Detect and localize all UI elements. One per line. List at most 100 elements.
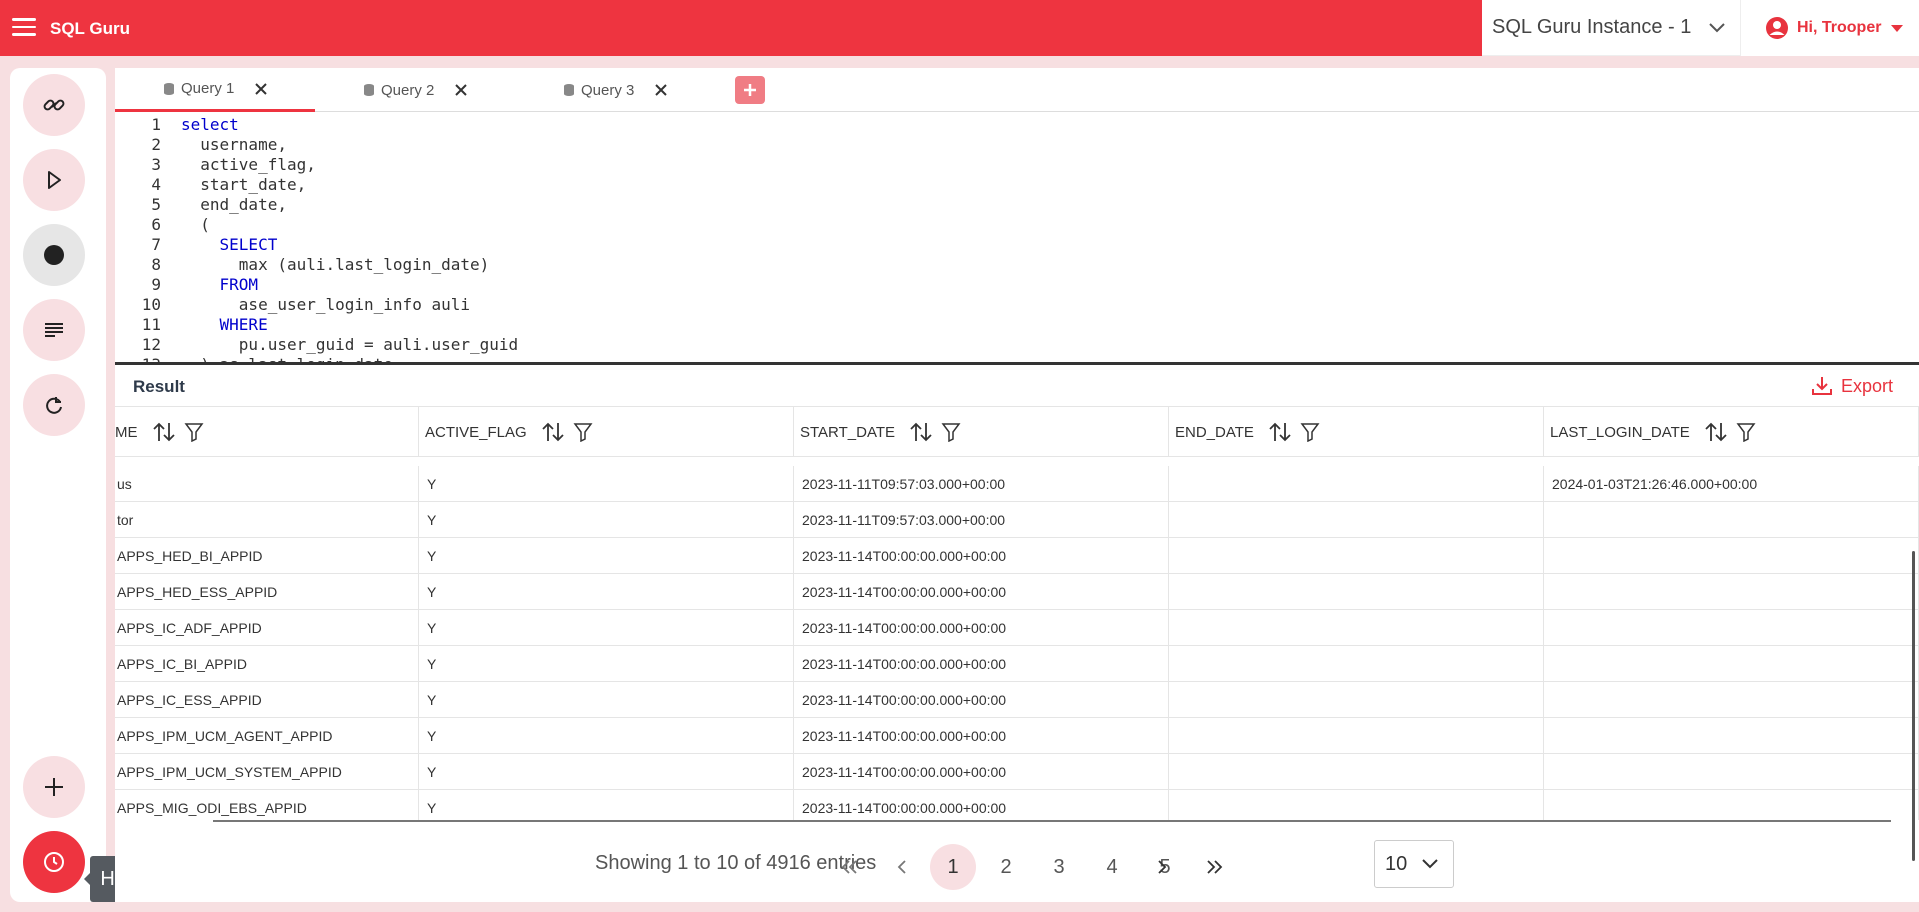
column-header: END_DATE: [1169, 407, 1544, 457]
column-label: ME: [115, 423, 138, 441]
plus-icon: [45, 778, 63, 796]
record-icon: [44, 245, 64, 265]
close-icon[interactable]: [254, 82, 268, 96]
format-button[interactable]: [23, 299, 85, 361]
line-number: 8: [151, 255, 161, 274]
filter-icon[interactable]: [1736, 422, 1756, 442]
user-menu[interactable]: Hi, Trooper: [1740, 0, 1919, 56]
first-page-button[interactable]: [827, 844, 873, 890]
table-cell: [1169, 502, 1544, 538]
sql-text: username,: [181, 135, 287, 154]
play-icon: [48, 171, 61, 189]
table-cell: [1169, 682, 1544, 718]
table-cell: [1169, 646, 1544, 682]
table-cell: 2023-11-14T00:00:00.000+00:00: [794, 610, 1169, 646]
link-button[interactable]: [23, 74, 85, 136]
table-row[interactable]: APPS_IPM_UCM_SYSTEM_APPID Y 2023-11-14T00:…: [115, 754, 1919, 790]
tab-query-2[interactable]: Query 2: [315, 68, 515, 112]
table-cell: [1169, 466, 1544, 502]
table-row[interactable]: APPS_HED_BI_APPID Y 2023-11-14T00:00:00.00…: [115, 538, 1919, 574]
filter-icon[interactable]: [1300, 422, 1320, 442]
filter-icon[interactable]: [184, 422, 204, 442]
table-row[interactable]: us Y 2023-11-11T09:57:03.000+00:00 2024-01-…: [115, 466, 1919, 502]
history-button[interactable]: [23, 831, 85, 893]
table-cell: Y: [419, 538, 794, 574]
column-label: LAST_LOGIN_DATE: [1550, 423, 1690, 441]
menu-icon[interactable]: [12, 18, 36, 38]
close-icon[interactable]: [454, 83, 468, 97]
column-header: LAST_LOGIN_DATE: [1544, 407, 1919, 457]
line-number: 1: [151, 115, 161, 134]
vertical-scrollbar[interactable]: [1912, 551, 1915, 861]
table-row[interactable]: APPS_IC_BI_APPID Y 2023-11-14T00:00:00.000…: [115, 646, 1919, 682]
page-1-button[interactable]: 1: [930, 844, 976, 890]
table-cell: Y: [419, 466, 794, 502]
run-button[interactable]: [23, 149, 85, 211]
result-header: Result Export: [115, 365, 1919, 407]
table-body: us Y 2023-11-11T09:57:03.000+00:00 2024-01-…: [115, 466, 1919, 820]
table-row[interactable]: APPS_MIG_ODI_EBS_APPID Y 2023-11-14T00:00:…: [115, 790, 1919, 820]
table-row[interactable]: APPS_IC_ESS_APPID Y 2023-11-14T00:00:00.00…: [115, 682, 1919, 718]
tab-label: Query 3: [581, 81, 635, 99]
sort-icon[interactable]: [152, 421, 176, 443]
sql-text: end_date,: [181, 195, 287, 214]
filter-icon[interactable]: [941, 422, 961, 442]
sort-icon[interactable]: [909, 421, 933, 443]
last-page-button[interactable]: [1191, 844, 1237, 890]
sort-icon[interactable]: [1268, 421, 1292, 443]
sql-keyword: select: [181, 115, 239, 134]
page-4-button[interactable]: 4: [1089, 844, 1135, 890]
table-row[interactable]: tor Y 2023-11-11T09:57:03.000+00:00: [115, 502, 1919, 538]
sql-text: max (auli.last_login_date): [181, 255, 490, 274]
line-number: 3: [151, 155, 161, 174]
stop-button[interactable]: [23, 224, 85, 286]
app-title: SQL Guru: [50, 19, 130, 38]
table-cell: 2023-11-11T09:57:03.000+00:00: [794, 466, 1169, 502]
code-line: (: [181, 215, 210, 235]
sql-keyword: FROM: [181, 275, 259, 294]
tab-label: Query 2: [381, 81, 435, 99]
tab-query-1[interactable]: Query 1: [115, 68, 315, 112]
page-2-button[interactable]: 2: [983, 844, 1029, 890]
align-left-icon: [45, 323, 63, 337]
horizontal-scrollbar[interactable]: [213, 820, 1891, 822]
prev-page-button[interactable]: [879, 844, 925, 890]
refresh-button[interactable]: [23, 374, 85, 436]
filter-icon[interactable]: [573, 422, 593, 442]
page-3-button[interactable]: 3: [1036, 844, 1082, 890]
download-icon: [1811, 377, 1832, 395]
table-cell: APPS_IC_ESS_APPID: [115, 682, 419, 718]
tab-label: Query 1: [181, 80, 235, 97]
instance-select[interactable]: SQL Guru Instance - 1: [1482, 0, 1740, 56]
sql-text: ase_user_login_info auli: [181, 295, 470, 314]
export-button[interactable]: Export: [1811, 375, 1893, 397]
code-line: FROM: [181, 275, 259, 295]
table-cell: 2024-01-03T21:26:46.000+00:00: [1544, 466, 1919, 502]
table-cell: APPS_HED_BI_APPID: [115, 538, 419, 574]
table-cell: 2023-11-14T00:00:00.000+00:00: [794, 790, 1169, 820]
table-row[interactable]: APPS_IC_ADF_APPID Y 2023-11-14T00:00:00.00…: [115, 610, 1919, 646]
export-label: Export: [1840, 375, 1893, 396]
tab-query-3[interactable]: Query 3: [515, 68, 715, 112]
close-icon[interactable]: [654, 83, 668, 97]
add-button[interactable]: [23, 756, 85, 818]
main-panel: Query 1 Query 2 Query 3 1 select 2 usernam…: [115, 68, 1919, 902]
table-row[interactable]: APPS_IPM_UCM_AGENT_APPID Y 2023-11-14T00:0…: [115, 718, 1919, 754]
sql-text: start_date,: [181, 175, 307, 194]
table-cell: Y: [419, 502, 794, 538]
sql-text: active_flag,: [181, 155, 316, 174]
add-tab-button[interactable]: [735, 76, 765, 104]
sort-icon[interactable]: [541, 421, 565, 443]
table-cell: Y: [419, 610, 794, 646]
sql-text: (: [181, 215, 210, 234]
sort-icon[interactable]: [1704, 421, 1728, 443]
table-cell: 2023-11-14T00:00:00.000+00:00: [794, 718, 1169, 754]
table-row[interactable]: APPS_HED_ESS_APPID Y 2023-11-14T00:00:00.0…: [115, 574, 1919, 610]
table-cell: APPS_IPM_UCM_SYSTEM_APPID: [115, 754, 419, 790]
sql-editor[interactable]: 1 select 2 username, 3 active_flag, 4 start_…: [115, 113, 1919, 363]
code-line: start_date,: [181, 175, 306, 195]
next-page-button[interactable]: [1139, 844, 1185, 890]
code-line: SELECT: [181, 235, 278, 255]
page-size-select[interactable]: 10: [1374, 840, 1454, 888]
table-cell: 2023-11-14T00:00:00.000+00:00: [794, 754, 1169, 790]
